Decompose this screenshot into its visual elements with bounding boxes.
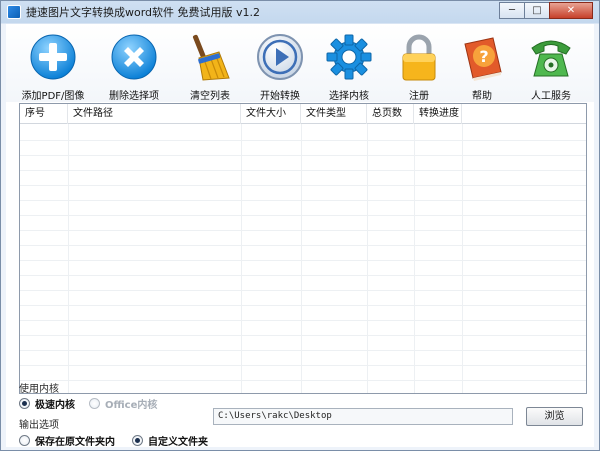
engine-fast-label: 极速内核 bbox=[35, 400, 75, 411]
output-path-field[interactable]: C:\Users\rakc\Desktop bbox=[213, 408, 513, 425]
start-convert-label: 开始转换 bbox=[260, 91, 300, 102]
column-header-progress[interactable]: 转换进度 bbox=[414, 104, 462, 124]
table-row-divider bbox=[20, 275, 586, 276]
app-logo-icon bbox=[7, 5, 21, 19]
table-row-divider bbox=[20, 350, 586, 351]
table-row-divider bbox=[20, 290, 586, 291]
column-header-type[interactable]: 文件类型 bbox=[301, 104, 367, 124]
column-divider bbox=[301, 124, 302, 393]
column-header-index[interactable]: 序号 bbox=[20, 104, 68, 124]
help-label: 帮助 bbox=[472, 91, 492, 102]
add-pdf-image-label: 添加PDF/图像 bbox=[21, 91, 85, 102]
table-row-divider bbox=[20, 215, 586, 216]
file-list-table[interactable]: 序号 文件路径 文件大小 文件类型 总页数 转换进度 bbox=[19, 103, 587, 394]
column-header-pages[interactable]: 总页数 bbox=[367, 104, 414, 124]
column-divider bbox=[241, 124, 242, 393]
engine-office-radio: Office内核 bbox=[89, 396, 157, 411]
broom-icon bbox=[185, 32, 235, 82]
table-header: 序号 文件路径 文件大小 文件类型 总页数 转换进度 bbox=[20, 104, 586, 124]
radio-dot bbox=[89, 398, 100, 409]
svg-text:?: ? bbox=[479, 47, 488, 66]
lock-icon bbox=[394, 32, 444, 82]
app-window: 捷速图片文字转换成word软件 免费试用版 v1.2 ─ □ ✕ 添加PDF/图… bbox=[0, 0, 600, 451]
select-engine-button[interactable]: 选择内核 bbox=[309, 32, 389, 102]
delete-icon bbox=[109, 32, 159, 82]
manual-service-button[interactable]: 人工服务 bbox=[511, 32, 591, 102]
custom-folder-radio[interactable]: 自定义文件夹 bbox=[132, 433, 208, 448]
engine-section-title: 使用内核 bbox=[19, 384, 59, 395]
table-row-divider bbox=[20, 365, 586, 366]
manual-service-label: 人工服务 bbox=[531, 91, 571, 102]
engine-fast-radio[interactable]: 极速内核 bbox=[19, 396, 75, 411]
title-bar[interactable]: 捷速图片文字转换成word软件 免费试用版 v1.2 ─ □ ✕ bbox=[1, 1, 599, 23]
table-row-divider bbox=[20, 245, 586, 246]
table-row-divider bbox=[20, 170, 586, 171]
browse-button[interactable]: 浏览 bbox=[526, 407, 583, 426]
gear-icon bbox=[324, 32, 374, 82]
column-divider bbox=[462, 124, 463, 393]
table-row-divider bbox=[20, 260, 586, 261]
column-divider bbox=[414, 124, 415, 393]
window-title: 捷速图片文字转换成word软件 免费试用版 v1.2 bbox=[26, 6, 261, 19]
custom-folder-label: 自定义文件夹 bbox=[148, 437, 208, 448]
radio-dot bbox=[19, 398, 30, 409]
maximize-button[interactable]: □ bbox=[524, 2, 550, 19]
table-row-divider bbox=[20, 140, 586, 141]
table-row-divider bbox=[20, 200, 586, 201]
help-button[interactable]: ? 帮助 bbox=[442, 32, 522, 102]
window-controls: ─ □ ✕ bbox=[499, 2, 593, 19]
output-section-title: 输出选项 bbox=[19, 420, 59, 431]
close-button[interactable]: ✕ bbox=[549, 2, 593, 19]
add-icon bbox=[28, 32, 78, 82]
save-original-folder-label: 保存在原文件夹内 bbox=[35, 437, 115, 448]
play-icon bbox=[255, 32, 305, 82]
main-panel: 添加PDF/图像 删除选择项 清空列表 开始转换 选择内核 注册 ? 帮助 人工… bbox=[6, 24, 594, 448]
table-row-divider bbox=[20, 155, 586, 156]
save-original-folder-radio[interactable]: 保存在原文件夹内 bbox=[19, 433, 115, 448]
phone-icon bbox=[526, 32, 576, 82]
table-row-divider bbox=[20, 185, 586, 186]
table-row-divider bbox=[20, 320, 586, 321]
table-row-divider bbox=[20, 305, 586, 306]
delete-selected-button[interactable]: 删除选择项 bbox=[94, 32, 174, 102]
table-row-divider bbox=[20, 230, 586, 231]
engine-office-label: Office内核 bbox=[105, 400, 158, 411]
select-engine-label: 选择内核 bbox=[329, 91, 369, 102]
radio-dot bbox=[132, 435, 143, 446]
start-convert-button[interactable]: 开始转换 bbox=[240, 32, 320, 102]
add-pdf-image-button[interactable]: 添加PDF/图像 bbox=[13, 32, 93, 102]
column-divider bbox=[367, 124, 368, 393]
clear-list-label: 清空列表 bbox=[190, 91, 230, 102]
radio-dot bbox=[19, 435, 30, 446]
column-header-path[interactable]: 文件路径 bbox=[68, 104, 241, 124]
table-row-divider bbox=[20, 335, 586, 336]
column-divider bbox=[68, 124, 69, 393]
column-header-size[interactable]: 文件大小 bbox=[241, 104, 301, 124]
toolbar: 添加PDF/图像 删除选择项 清空列表 开始转换 选择内核 注册 ? 帮助 人工… bbox=[6, 24, 594, 102]
table-row-divider bbox=[20, 380, 586, 381]
help-book-icon: ? bbox=[457, 32, 507, 82]
minimize-button[interactable]: ─ bbox=[499, 2, 525, 19]
clear-list-button[interactable]: 清空列表 bbox=[170, 32, 250, 102]
delete-selected-label: 删除选择项 bbox=[109, 91, 159, 102]
